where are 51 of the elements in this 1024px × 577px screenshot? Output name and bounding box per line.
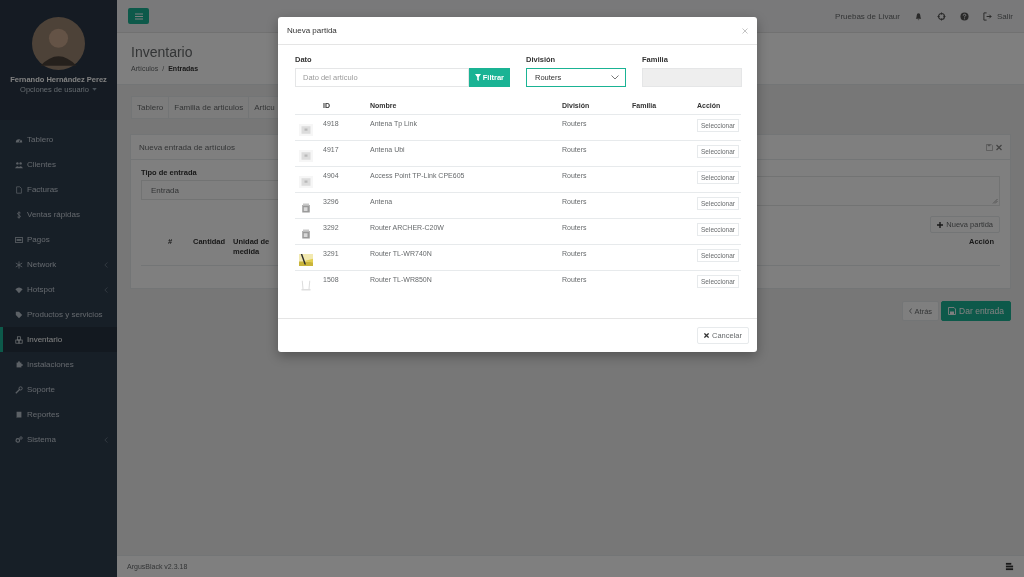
puzzle-icon <box>15 360 23 369</box>
caret-icon <box>91 88 97 91</box>
submit-button[interactable]: Dar entrada <box>941 301 1011 321</box>
users-icon <box>15 160 23 169</box>
menu-button[interactable] <box>128 8 149 24</box>
file-icon <box>15 185 23 194</box>
help-icon[interactable] <box>960 11 969 21</box>
tab[interactable]: Articu <box>248 96 280 119</box>
bell-icon[interactable] <box>914 11 923 21</box>
tab[interactable]: Familia de articulos <box>168 96 249 119</box>
sidebar-item[interactable]: Inventario <box>0 327 117 352</box>
cogs-icon <box>15 435 23 444</box>
wifi-icon <box>15 285 23 294</box>
sidebar-item[interactable]: Productos y servicios <box>0 302 117 327</box>
sidebar-item[interactable]: Instalaciones <box>0 352 117 377</box>
dialog-title: Nueva partida <box>287 26 338 35</box>
logout-icon <box>983 11 992 21</box>
chevron-icon <box>611 75 619 80</box>
save-icon[interactable] <box>986 143 993 151</box>
dollar-icon <box>15 210 23 219</box>
tags-icon <box>15 310 23 319</box>
avatar[interactable] <box>32 17 85 70</box>
sidebar-item[interactable]: Ventas rápidas <box>0 202 117 227</box>
cubes-icon <box>15 335 23 344</box>
close-icon <box>704 333 709 338</box>
sidebar-item[interactable]: Tablero <box>0 127 117 152</box>
close-icon[interactable] <box>742 27 748 34</box>
filter-icon <box>474 74 481 81</box>
network-icon <box>15 260 23 269</box>
panel-title: Nueva entrada de artículos <box>139 142 236 152</box>
account-name[interactable]: Pruebas de Livaur <box>835 11 900 21</box>
crosshair-icon[interactable] <box>937 11 946 21</box>
wrench-icon <box>15 385 23 394</box>
stack-icon[interactable] <box>1005 562 1014 571</box>
card-icon <box>15 235 23 244</box>
plus-icon <box>937 221 944 228</box>
menu-icon <box>134 12 143 20</box>
sidebar-item[interactable]: Clientes <box>0 152 117 177</box>
sidebar-item[interactable]: Soporte <box>0 377 117 402</box>
sidebar-item[interactable]: Network <box>0 252 117 277</box>
tab[interactable]: Tablero <box>131 96 169 119</box>
logout-link[interactable]: Salir <box>983 11 1013 21</box>
save-icon <box>948 307 957 315</box>
sidebar-item[interactable]: Reportes <box>0 402 117 427</box>
sidebar-item[interactable]: Hotspot <box>0 277 117 302</box>
family-field[interactable] <box>642 68 742 87</box>
book-icon <box>15 410 23 419</box>
page-title: Inventario <box>131 43 193 61</box>
sidebar-item[interactable]: Pagos <box>0 227 117 252</box>
close-icon[interactable] <box>996 143 1002 151</box>
sidebar-item[interactable]: Facturas <box>0 177 117 202</box>
